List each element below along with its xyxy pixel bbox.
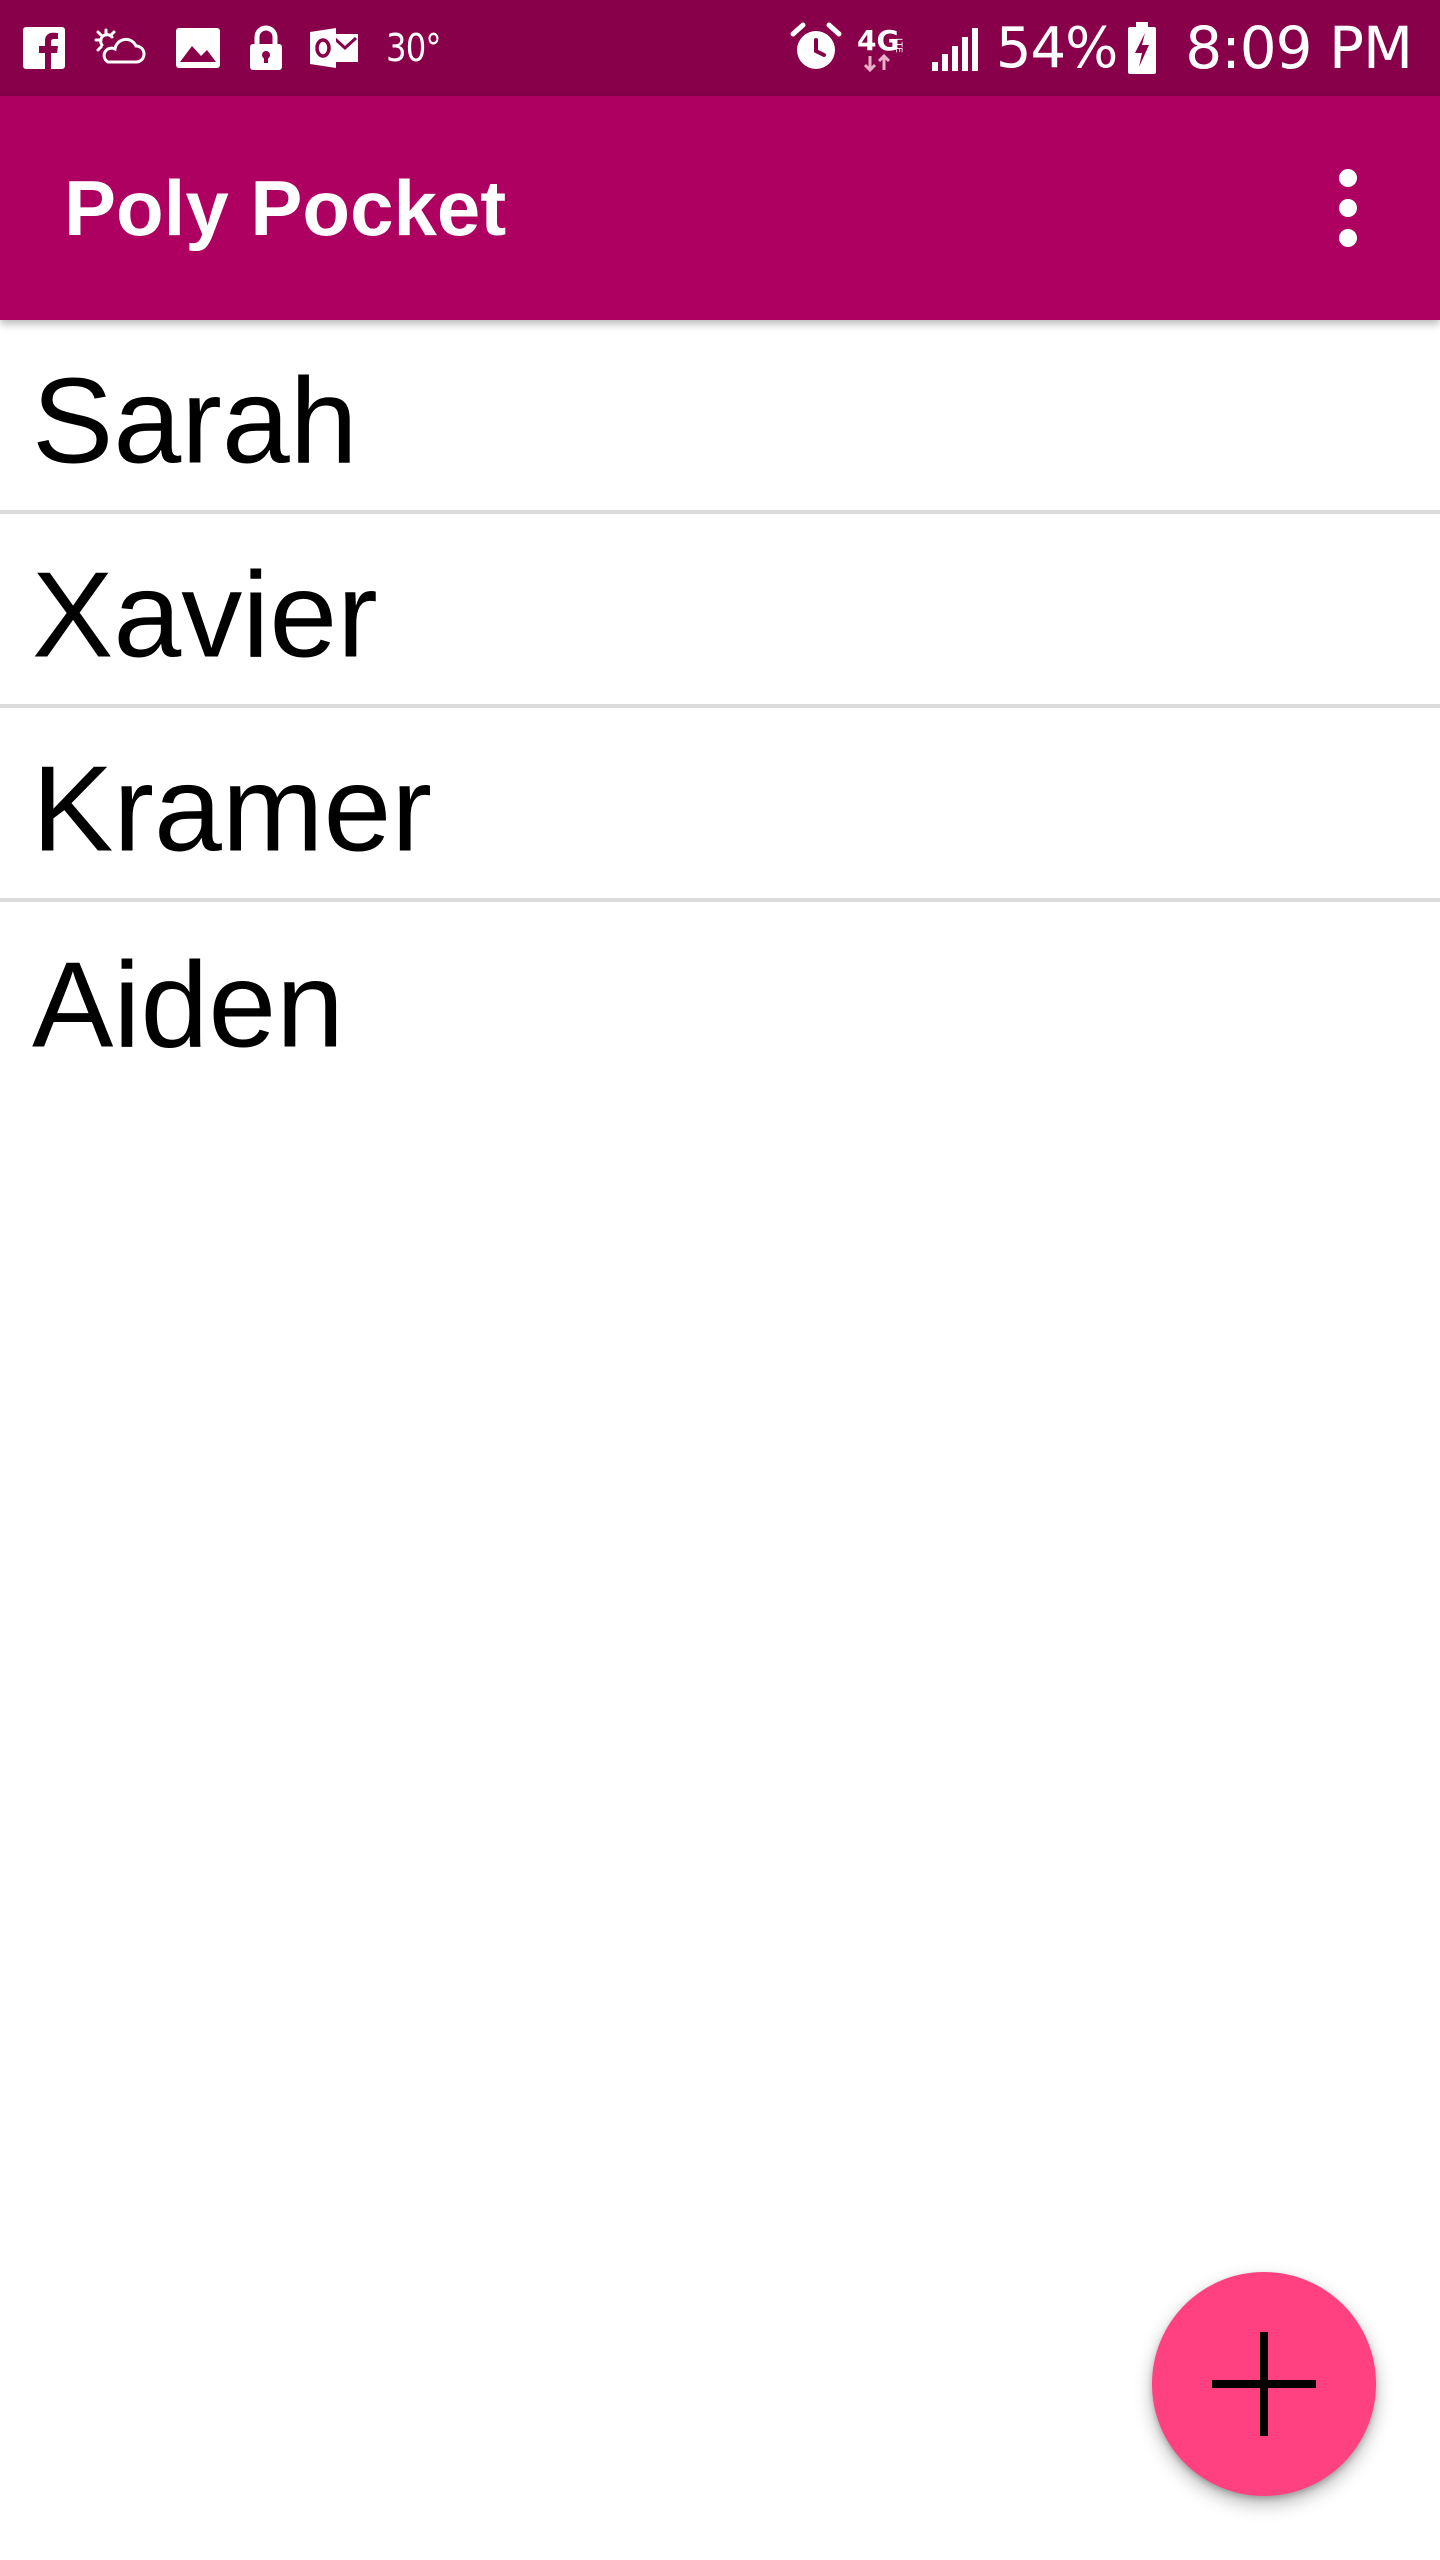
signal-icon: [930, 24, 982, 72]
add-button[interactable]: [1152, 2272, 1376, 2496]
outlook-icon: [310, 26, 360, 70]
list-item[interactable]: Sarah: [0, 320, 1440, 514]
app-title: Poly Pocket: [64, 164, 507, 252]
list-item-label: Sarah: [32, 352, 358, 489]
battery-percent: 54%: [995, 15, 1118, 81]
list-item[interactable]: Aiden: [0, 902, 1440, 1096]
battery-charging-icon: [1127, 21, 1157, 75]
status-bar-left: 30°: [22, 0, 450, 96]
list-item-label: Aiden: [32, 936, 345, 1073]
list-item-label: Kramer: [32, 740, 432, 877]
list-item[interactable]: Xavier: [0, 514, 1440, 708]
clock-time: 8:09 PM: [1185, 14, 1413, 82]
alarm-icon: [790, 22, 842, 74]
partly-cloudy-icon: [92, 26, 148, 70]
status-bar: 30° 4G LTE 54% 8:09 PM: [0, 0, 1440, 96]
gallery-icon: [174, 26, 222, 70]
lock-icon: [248, 24, 284, 72]
app-bar: Poly Pocket: [0, 96, 1440, 320]
list-item[interactable]: Kramer: [0, 708, 1440, 902]
more-options-button[interactable]: [1292, 152, 1404, 264]
screen: 30° 4G LTE 54% 8:09 PM Poly Pocket Sarah…: [0, 0, 1440, 2560]
status-bar-right: 4G LTE 54% 8:09 PM: [790, 0, 1413, 96]
list-item-label: Xavier: [32, 546, 378, 683]
more-vert-icon-dot: [1339, 229, 1357, 247]
svg-text:LTE: LTE: [893, 38, 903, 53]
more-vert-icon-dot: [1339, 199, 1357, 217]
names-list: Sarah Xavier Kramer Aiden: [0, 320, 1440, 1096]
facebook-icon: [22, 26, 66, 70]
temperature: 30°: [386, 26, 442, 70]
plus-icon: [1212, 2332, 1316, 2436]
4g-lte-icon: 4G LTE: [856, 22, 916, 74]
more-vert-icon: [1339, 169, 1357, 187]
